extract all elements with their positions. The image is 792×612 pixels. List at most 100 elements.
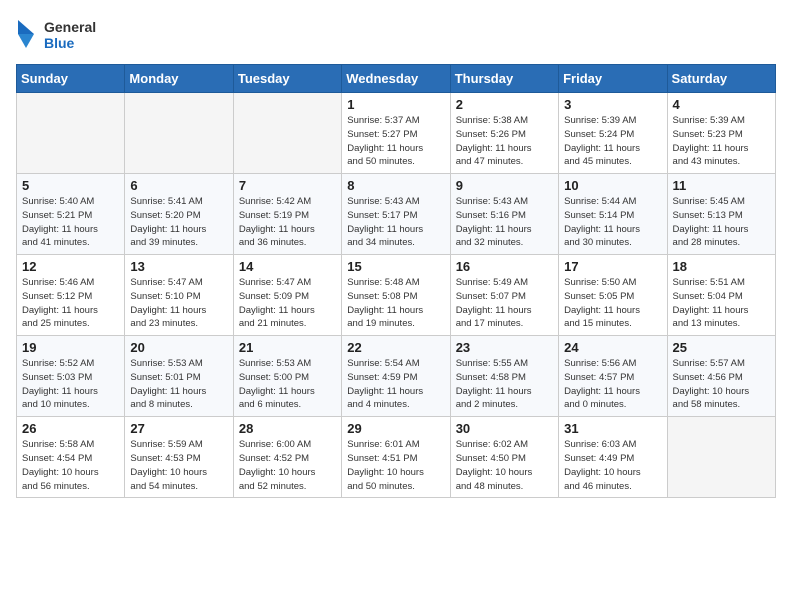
weekday-header-saturday: Saturday <box>667 65 775 93</box>
calendar-week-2: 5Sunrise: 5:40 AM Sunset: 5:21 PM Daylig… <box>17 174 776 255</box>
calendar-cell: 30Sunrise: 6:02 AM Sunset: 4:50 PM Dayli… <box>450 417 558 498</box>
day-number: 10 <box>564 178 661 193</box>
day-number: 16 <box>456 259 553 274</box>
calendar-cell: 22 Sunrise: 5:54 AM Sunset: 4:59 PM Dayli… <box>342 336 450 417</box>
page-header: GeneralBlue <box>16 16 776 52</box>
weekday-header-tuesday: Tuesday <box>233 65 341 93</box>
calendar-cell: 7 Sunrise: 5:42 AM Sunset: 5:19 PM Daylig… <box>233 174 341 255</box>
weekday-header-sunday: Sunday <box>17 65 125 93</box>
day-info: Sunrise: 5:58 AM Sunset: 4:54 PM Dayligh… <box>22 438 119 493</box>
day-info: Sunrise: 5:53 AM Sunset: 5:00 PM Dayligh… <box>239 357 336 412</box>
day-info: Sunrise: 5:42 AM Sunset: 5:19 PM Dayligh… <box>239 195 336 250</box>
day-number: 14 <box>239 259 336 274</box>
day-info: Sunrise: 5:44 AM Sunset: 5:14 PM Dayligh… <box>564 195 661 250</box>
calendar-cell: 1 Sunrise: 5:37 AM Sunset: 5:27 PM Daylig… <box>342 93 450 174</box>
weekday-header-friday: Friday <box>559 65 667 93</box>
day-info: Sunrise: 5:41 AM Sunset: 5:20 PM Dayligh… <box>130 195 227 250</box>
day-info: Sunrise: 5:49 AM Sunset: 5:07 PM Dayligh… <box>456 276 553 331</box>
day-number: 15 <box>347 259 444 274</box>
calendar-cell: 13 Sunrise: 5:47 AM Sunset: 5:10 PM Dayli… <box>125 255 233 336</box>
calendar-cell: 28Sunrise: 6:00 AM Sunset: 4:52 PM Dayli… <box>233 417 341 498</box>
day-number: 27 <box>130 421 227 436</box>
calendar-cell: 26 Sunrise: 5:58 AM Sunset: 4:54 PM Dayli… <box>17 417 125 498</box>
day-info: Sunrise: 5:48 AM Sunset: 5:08 PM Dayligh… <box>347 276 444 331</box>
day-info: Sunrise: 5:59 AM Sunset: 4:53 PM Dayligh… <box>130 438 227 493</box>
day-info: Sunrise: 5:54 AM Sunset: 4:59 PM Dayligh… <box>347 357 444 412</box>
day-number: 4 <box>673 97 770 112</box>
day-number: 7 <box>239 178 336 193</box>
day-number: 1 <box>347 97 444 112</box>
calendar-cell: 16 Sunrise: 5:49 AM Sunset: 5:07 PM Dayli… <box>450 255 558 336</box>
day-number: 2 <box>456 97 553 112</box>
day-number: 31 <box>564 421 661 436</box>
day-number: 23 <box>456 340 553 355</box>
day-info: Sunrise: 5:39 AM Sunset: 5:23 PM Dayligh… <box>673 114 770 169</box>
calendar-cell: 19 Sunrise: 5:52 AM Sunset: 5:03 PM Dayli… <box>17 336 125 417</box>
day-info: Sunrise: 5:47 AM Sunset: 5:10 PM Dayligh… <box>130 276 227 331</box>
day-number: 26 <box>22 421 119 436</box>
calendar-cell: 24 Sunrise: 5:56 AM Sunset: 4:57 PM Dayli… <box>559 336 667 417</box>
day-info: Sunrise: 6:01 AM Sunset: 4:51 PM Dayligh… <box>347 438 444 493</box>
day-info: Sunrise: 5:43 AM Sunset: 5:16 PM Dayligh… <box>456 195 553 250</box>
day-number: 11 <box>673 178 770 193</box>
day-info: Sunrise: 5:45 AM Sunset: 5:13 PM Dayligh… <box>673 195 770 250</box>
calendar-cell: 4 Sunrise: 5:39 AM Sunset: 5:23 PM Daylig… <box>667 93 775 174</box>
calendar-cell: 17 Sunrise: 5:50 AM Sunset: 5:05 PM Dayli… <box>559 255 667 336</box>
day-number: 6 <box>130 178 227 193</box>
calendar-cell: 31 Sunrise: 6:03 AM Sunset: 4:49 PM Dayli… <box>559 417 667 498</box>
svg-text:General: General <box>44 19 96 35</box>
day-number: 24 <box>564 340 661 355</box>
day-info: Sunrise: 5:53 AM Sunset: 5:01 PM Dayligh… <box>130 357 227 412</box>
calendar-week-5: 26 Sunrise: 5:58 AM Sunset: 4:54 PM Dayli… <box>17 417 776 498</box>
weekday-header-thursday: Thursday <box>450 65 558 93</box>
day-number: 5 <box>22 178 119 193</box>
logo-icon: GeneralBlue <box>16 16 126 52</box>
calendar-cell: 27 Sunrise: 5:59 AM Sunset: 4:53 PM Dayli… <box>125 417 233 498</box>
day-info: Sunrise: 5:56 AM Sunset: 4:57 PM Dayligh… <box>564 357 661 412</box>
day-info: Sunrise: 5:51 AM Sunset: 5:04 PM Dayligh… <box>673 276 770 331</box>
calendar-cell: 20Sunrise: 5:53 AM Sunset: 5:01 PM Dayli… <box>125 336 233 417</box>
calendar-week-4: 19 Sunrise: 5:52 AM Sunset: 5:03 PM Dayli… <box>17 336 776 417</box>
calendar-table: SundayMondayTuesdayWednesdayThursdayFrid… <box>16 64 776 498</box>
day-info: Sunrise: 5:39 AM Sunset: 5:24 PM Dayligh… <box>564 114 661 169</box>
day-number: 8 <box>347 178 444 193</box>
day-number: 21 <box>239 340 336 355</box>
day-number: 17 <box>564 259 661 274</box>
calendar-cell: 9 Sunrise: 5:43 AM Sunset: 5:16 PM Daylig… <box>450 174 558 255</box>
day-number: 25 <box>673 340 770 355</box>
calendar-cell: 3 Sunrise: 5:39 AM Sunset: 5:24 PM Daylig… <box>559 93 667 174</box>
day-number: 29 <box>347 421 444 436</box>
calendar-cell: 29 Sunrise: 6:01 AM Sunset: 4:51 PM Dayli… <box>342 417 450 498</box>
day-info: Sunrise: 5:47 AM Sunset: 5:09 PM Dayligh… <box>239 276 336 331</box>
day-number: 22 <box>347 340 444 355</box>
day-number: 19 <box>22 340 119 355</box>
day-info: Sunrise: 5:55 AM Sunset: 4:58 PM Dayligh… <box>456 357 553 412</box>
day-info: Sunrise: 5:50 AM Sunset: 5:05 PM Dayligh… <box>564 276 661 331</box>
calendar-cell <box>667 417 775 498</box>
calendar-week-1: 1 Sunrise: 5:37 AM Sunset: 5:27 PM Daylig… <box>17 93 776 174</box>
day-number: 9 <box>456 178 553 193</box>
day-info: Sunrise: 5:37 AM Sunset: 5:27 PM Dayligh… <box>347 114 444 169</box>
day-info: Sunrise: 5:57 AM Sunset: 4:56 PM Dayligh… <box>673 357 770 412</box>
calendar-cell: 6 Sunrise: 5:41 AM Sunset: 5:20 PM Daylig… <box>125 174 233 255</box>
calendar-cell: 23 Sunrise: 5:55 AM Sunset: 4:58 PM Dayli… <box>450 336 558 417</box>
day-info: Sunrise: 6:03 AM Sunset: 4:49 PM Dayligh… <box>564 438 661 493</box>
calendar-cell: 25 Sunrise: 5:57 AM Sunset: 4:56 PM Dayli… <box>667 336 775 417</box>
calendar-week-3: 12 Sunrise: 5:46 AM Sunset: 5:12 PM Dayli… <box>17 255 776 336</box>
day-info: Sunrise: 5:38 AM Sunset: 5:26 PM Dayligh… <box>456 114 553 169</box>
calendar-cell: 18 Sunrise: 5:51 AM Sunset: 5:04 PM Dayli… <box>667 255 775 336</box>
day-info: Sunrise: 6:02 AM Sunset: 4:50 PM Dayligh… <box>456 438 553 493</box>
calendar-cell: 8 Sunrise: 5:43 AM Sunset: 5:17 PM Daylig… <box>342 174 450 255</box>
svg-text:Blue: Blue <box>44 35 75 51</box>
calendar-cell: 15 Sunrise: 5:48 AM Sunset: 5:08 PM Dayli… <box>342 255 450 336</box>
calendar-cell <box>125 93 233 174</box>
day-number: 3 <box>564 97 661 112</box>
day-info: Sunrise: 5:43 AM Sunset: 5:17 PM Dayligh… <box>347 195 444 250</box>
day-number: 18 <box>673 259 770 274</box>
day-info: Sunrise: 5:46 AM Sunset: 5:12 PM Dayligh… <box>22 276 119 331</box>
day-number: 12 <box>22 259 119 274</box>
calendar-cell: 14 Sunrise: 5:47 AM Sunset: 5:09 PM Dayli… <box>233 255 341 336</box>
day-info: Sunrise: 5:52 AM Sunset: 5:03 PM Dayligh… <box>22 357 119 412</box>
day-number: 13 <box>130 259 227 274</box>
day-info: Sunrise: 6:00 AM Sunset: 4:52 PM Dayligh… <box>239 438 336 493</box>
